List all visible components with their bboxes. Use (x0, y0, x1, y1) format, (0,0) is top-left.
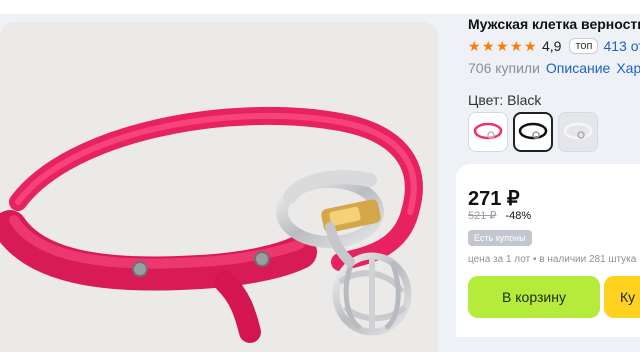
color-label: Цвет: Black (468, 92, 542, 108)
black-strap-thumbnail-icon (518, 122, 548, 140)
product-info-panel: Мужская клетка верности ★ ★ ★ ★ ★ 4,9 то… (456, 0, 640, 337)
price-card: 271 ₽ 521 ₽ -48% Есть купоны цена за 1 л… (456, 164, 640, 337)
product-title: Мужская клетка верности (468, 16, 640, 32)
add-to-cart-button[interactable]: В корзину (468, 276, 600, 318)
bought-count: 706 купили (468, 60, 540, 76)
current-price: 271 ₽ (468, 188, 520, 210)
star-icon: ★ (468, 38, 481, 54)
clear-strap-thumbnail-icon (563, 122, 593, 140)
star-icon: ★ (524, 38, 537, 54)
star-icon: ★ (510, 38, 523, 54)
swatch-black[interactable] (513, 112, 553, 152)
swatch-clear[interactable] (558, 112, 598, 152)
top-badge: топ (569, 38, 599, 54)
star-icon: ★ (482, 38, 495, 54)
product-image[interactable] (0, 22, 438, 352)
rating-stars: ★ ★ ★ ★ ★ (468, 39, 538, 53)
meta-row: 706 купили Описание Хара (468, 60, 640, 76)
specs-link[interactable]: Хара (616, 60, 640, 76)
star-icon: ★ (496, 38, 509, 54)
reviews-link[interactable]: 413 от (603, 38, 640, 54)
discount-percent: -48% (505, 210, 532, 222)
buy-now-button[interactable]: Ку (604, 276, 640, 318)
swatch-pink[interactable] (468, 112, 508, 152)
description-link[interactable]: Описание (546, 60, 610, 76)
rating-row: ★ ★ ★ ★ ★ 4,9 топ 413 от (468, 38, 640, 54)
old-price: 521 ₽ (468, 210, 497, 222)
stock-info: цена за 1 лот • в наличии 281 штука (468, 254, 637, 265)
product-photo (0, 106, 423, 343)
old-price-row: 521 ₽ -48% (468, 209, 531, 222)
rating-value: 4,9 (542, 38, 562, 54)
color-swatches (468, 112, 598, 152)
pink-strap-thumbnail-icon (473, 122, 503, 140)
coupon-badge[interactable]: Есть купоны (468, 230, 532, 246)
